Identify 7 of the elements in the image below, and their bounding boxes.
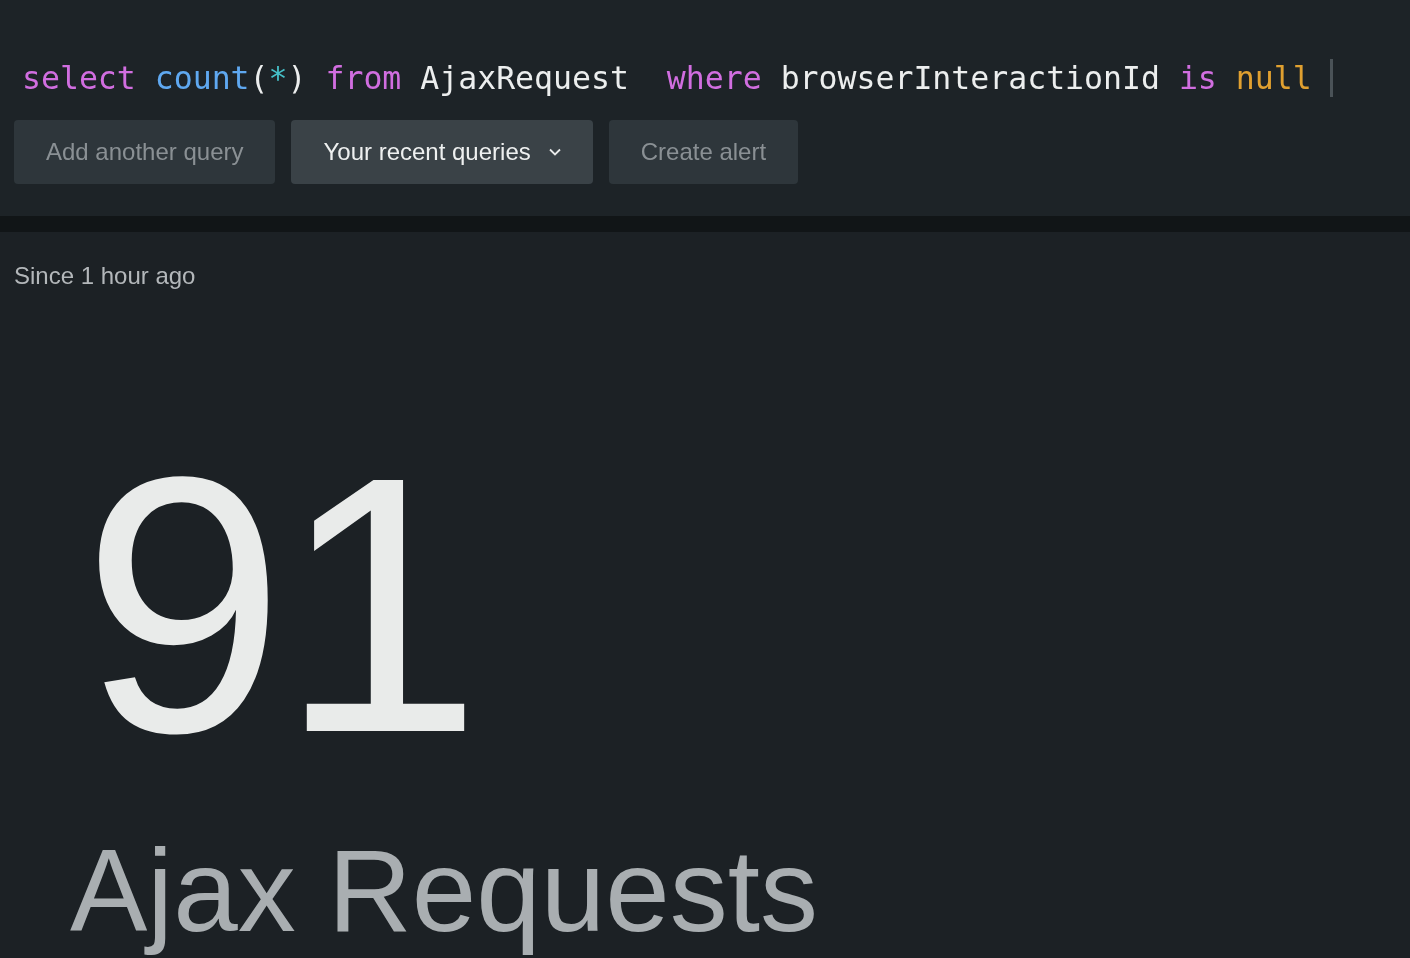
result-value: 91	[82, 422, 477, 810]
dropdown-button[interactable]: Your recent queries	[291, 120, 593, 184]
time-range-text: Since 1 hour ago	[14, 262, 197, 290]
result-label: Ajax Requests	[70, 825, 819, 958]
query-code[interactable]: select count(*) from AjaxRequest where browserInteractionId is null	[22, 60, 1312, 96]
text-cursor	[1329, 59, 1333, 97]
caret-icon	[548, 148, 561, 156]
